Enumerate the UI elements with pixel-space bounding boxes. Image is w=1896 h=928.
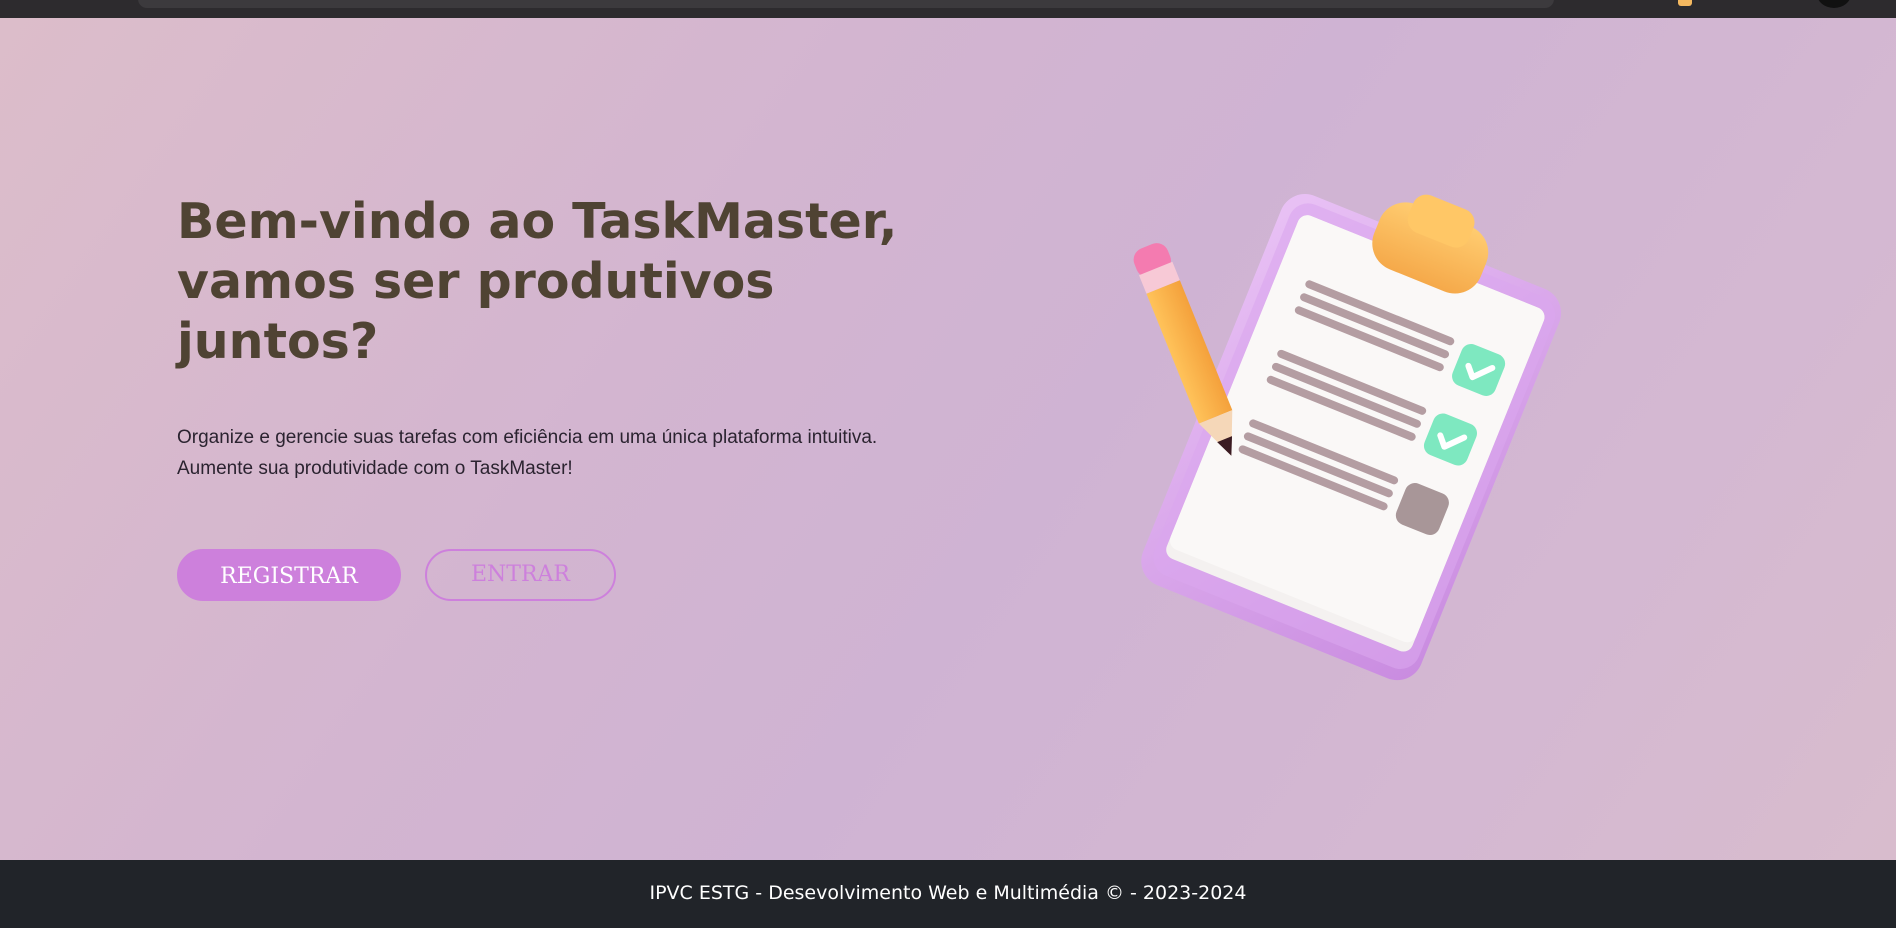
footer: IPVC ESTG - Desevolvimento Web e Multimé… (0, 860, 1896, 928)
login-button[interactable]: ENTRAR (425, 549, 616, 601)
clipboard-checklist-icon (1133, 194, 1562, 681)
register-button[interactable]: REGISTRAR (177, 549, 401, 601)
avatar[interactable] (1817, 0, 1851, 8)
hero-description-line-1: Organize e gerencie suas tarefas com efi… (177, 427, 878, 448)
hero-description-line-2: Aumente sua produtividade com o TaskMast… (177, 458, 573, 479)
top-navbar (0, 0, 1896, 18)
hero-description: Organize e gerencie suas tarefas com efi… (177, 422, 937, 484)
footer-copyright: IPVC ESTG - Desevolvimento Web e Multimé… (649, 882, 1247, 904)
search-bar[interactable] (138, 0, 1554, 8)
notification-icon[interactable] (1678, 0, 1692, 6)
page-title: Bem-vindo ao TaskMaster, vamos ser produ… (177, 193, 898, 370)
hero-section: Bem-vindo ao TaskMaster, vamos ser produ… (0, 18, 1896, 860)
